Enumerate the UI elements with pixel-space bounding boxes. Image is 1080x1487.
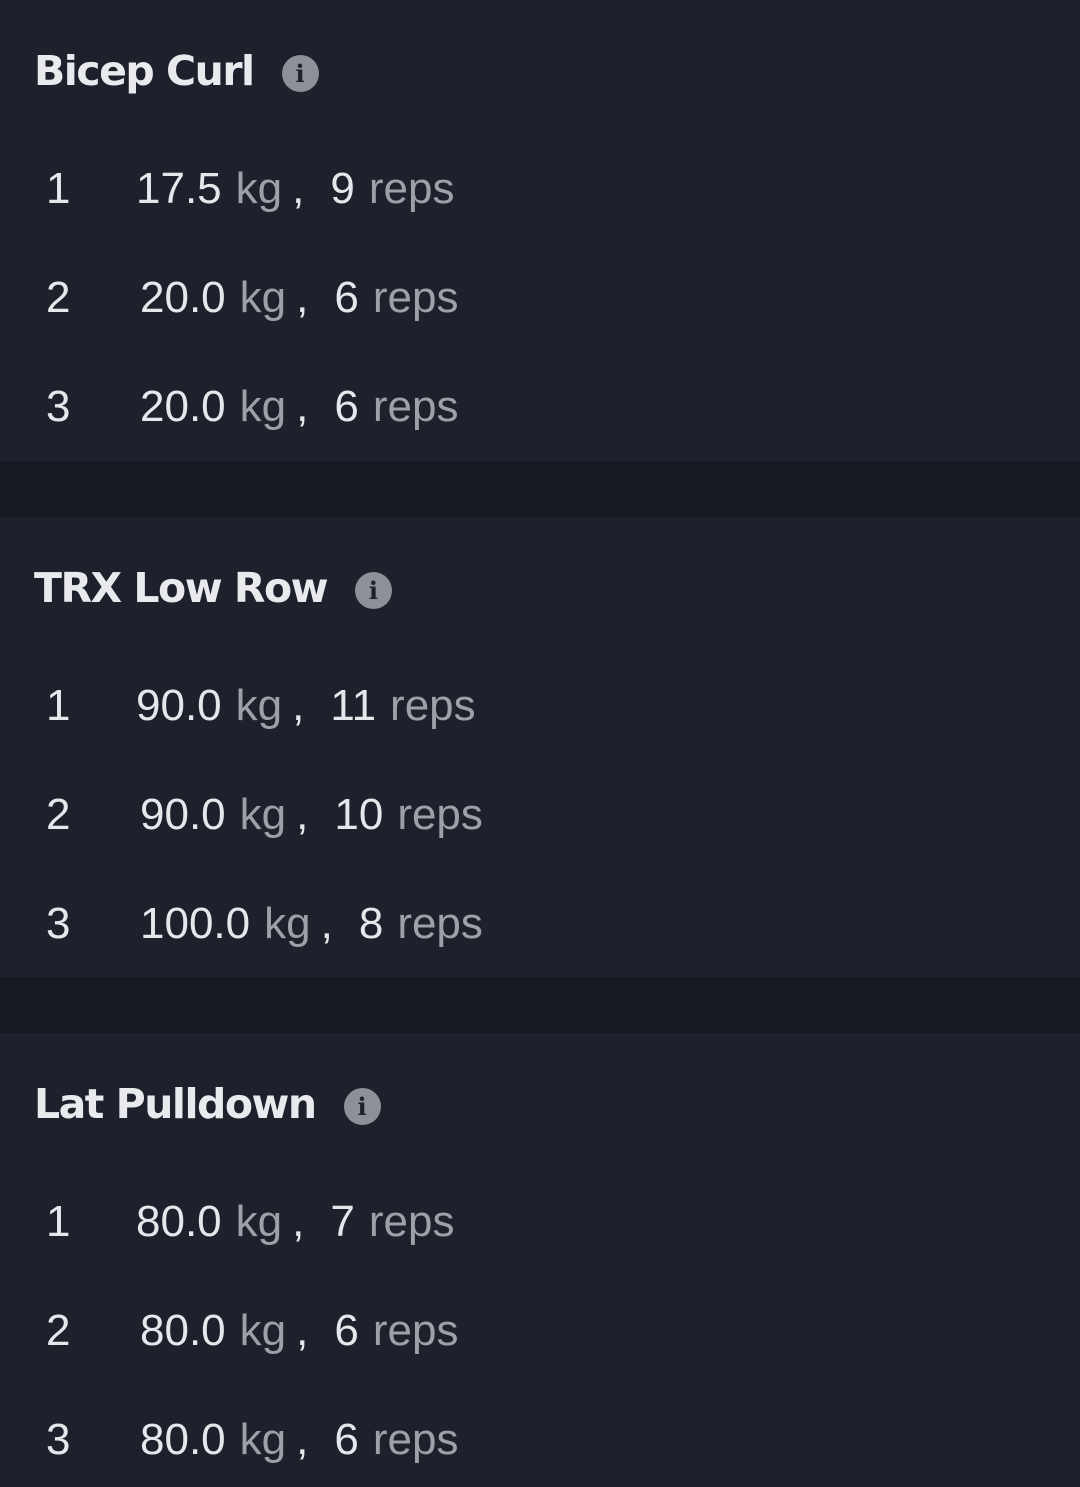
separator: ,: [296, 272, 309, 322]
reps-value: 7: [330, 1196, 355, 1246]
set-row: 3 80.0 kg , 6 reps: [0, 1385, 1080, 1487]
reps-value: 6: [334, 381, 359, 431]
exercise-card-trx-low-row: TRX Low Row i 1 90.0 kg , 11 reps 2 90.0…: [0, 517, 1080, 977]
set-row: 3 100.0 kg , 8 reps: [0, 869, 1080, 978]
separator: ,: [296, 789, 309, 839]
info-icon[interactable]: i: [354, 571, 392, 609]
reps-unit: reps: [397, 898, 483, 948]
reps-unit: reps: [397, 789, 483, 839]
weight-unit: kg: [235, 1196, 283, 1246]
reps-unit: reps: [372, 272, 459, 322]
set-number: 1: [46, 1196, 71, 1246]
set-detail: 17.5 kg , 9 reps: [136, 164, 454, 214]
set-row: 3 20.0 kg , 6 reps: [0, 352, 1080, 461]
set-detail: 90.0 kg , 10 reps: [140, 790, 483, 840]
exercise-header: Bicep Curl i: [34, 42, 319, 100]
reps-unit: reps: [372, 1305, 459, 1355]
reps-value: 6: [334, 1414, 359, 1464]
set-number: 2: [46, 1305, 71, 1355]
workout-summary: Bicep Curl i 1 17.5 kg , 9 reps 2 20.0 k…: [0, 0, 1080, 1487]
set-detail: 20.0 kg , 6 reps: [140, 273, 458, 323]
set-row: 1 90.0 kg , 11 reps: [0, 651, 1080, 760]
set-detail: 90.0 kg , 11 reps: [136, 681, 476, 731]
weight-value: 90.0: [136, 680, 222, 730]
exercise-header: TRX Low Row i: [34, 559, 392, 617]
separator: ,: [296, 1414, 309, 1464]
reps-value: 6: [334, 1305, 359, 1355]
set-detail: 80.0 kg , 6 reps: [140, 1415, 458, 1465]
weight-unit: kg: [239, 272, 287, 322]
set-row: 2 80.0 kg , 6 reps: [0, 1276, 1080, 1385]
weight-value: 20.0: [140, 381, 226, 431]
info-icon[interactable]: i: [281, 54, 319, 92]
weight-value: 100.0: [140, 898, 251, 948]
separator: ,: [296, 1305, 309, 1355]
reps-value: 10: [334, 789, 384, 839]
weight-value: 90.0: [140, 789, 226, 839]
exercise-card-lat-pulldown: Lat Pulldown i 1 80.0 kg , 7 reps 2 80.0…: [0, 1033, 1080, 1487]
weight-value: 80.0: [140, 1414, 226, 1464]
reps-unit: reps: [390, 680, 476, 730]
exercise-header: Lat Pulldown i: [34, 1075, 381, 1133]
set-row: 2 20.0 kg , 6 reps: [0, 243, 1080, 352]
exercise-title: Lat Pulldown: [34, 1080, 317, 1128]
reps-unit: reps: [368, 163, 455, 213]
weight-unit: kg: [239, 1414, 287, 1464]
set-detail: 20.0 kg , 6 reps: [140, 382, 458, 432]
separator: ,: [292, 680, 305, 730]
weight-unit: kg: [239, 381, 287, 431]
set-list: 1 80.0 kg , 7 reps 2 80.0 kg , 6 reps 3 …: [0, 1167, 1080, 1487]
set-number: 3: [46, 1414, 71, 1464]
set-number: 1: [46, 680, 71, 730]
exercise-title: Bicep Curl: [34, 47, 255, 95]
separator: ,: [320, 898, 333, 948]
weight-unit: kg: [235, 163, 283, 213]
weight-unit: kg: [264, 898, 311, 948]
exercise-title: TRX Low Row: [34, 564, 328, 612]
reps-value: 8: [358, 898, 384, 948]
set-list: 1 90.0 kg , 11 reps 2 90.0 kg , 10 reps: [0, 651, 1080, 978]
weight-value: 80.0: [140, 1305, 226, 1355]
set-detail: 80.0 kg , 7 reps: [136, 1197, 454, 1247]
reps-value: 6: [334, 272, 359, 322]
set-number: 2: [46, 272, 71, 322]
weight-unit: kg: [239, 1305, 287, 1355]
set-list: 1 17.5 kg , 9 reps 2 20.0 kg , 6 reps 3 …: [0, 134, 1080, 461]
weight-value: 80.0: [136, 1196, 222, 1246]
set-detail: 100.0 kg , 8 reps: [140, 899, 483, 949]
set-number: 3: [46, 381, 71, 431]
exercise-card-bicep-curl: Bicep Curl i 1 17.5 kg , 9 reps 2 20.0 k…: [0, 0, 1080, 461]
reps-unit: reps: [372, 381, 459, 431]
set-row: 2 90.0 kg , 10 reps: [0, 760, 1080, 869]
reps-unit: reps: [372, 1414, 459, 1464]
separator: ,: [292, 163, 305, 213]
weight-unit: kg: [239, 789, 287, 839]
separator: ,: [292, 1196, 305, 1246]
separator: ,: [296, 381, 309, 431]
reps-unit: reps: [368, 1196, 455, 1246]
set-row: 1 17.5 kg , 9 reps: [0, 134, 1080, 243]
set-number: 2: [46, 789, 71, 839]
reps-value: 9: [330, 163, 355, 213]
set-detail: 80.0 kg , 6 reps: [140, 1306, 458, 1356]
weight-value: 20.0: [140, 272, 226, 322]
weight-unit: kg: [235, 680, 283, 730]
set-row: 1 80.0 kg , 7 reps: [0, 1167, 1080, 1276]
set-number: 1: [46, 163, 71, 213]
weight-value: 17.5: [136, 163, 222, 213]
set-number: 3: [46, 898, 71, 948]
reps-value: 11: [330, 680, 377, 730]
info-icon[interactable]: i: [343, 1087, 381, 1125]
